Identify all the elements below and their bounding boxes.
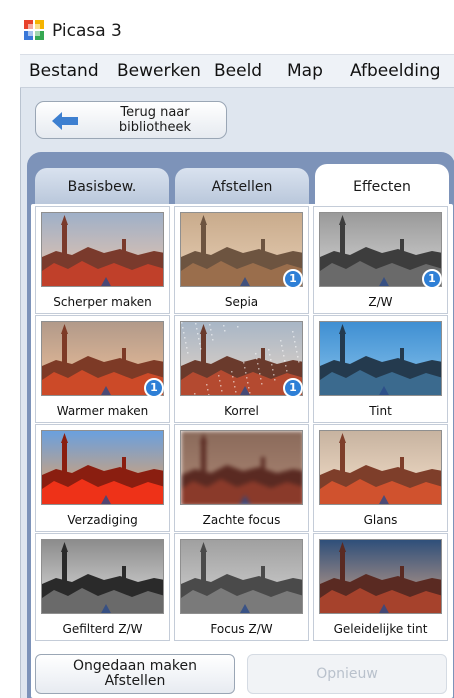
- effect-thumbnail: [319, 430, 442, 505]
- menu-bewerken[interactable]: Bewerken: [117, 61, 201, 81]
- back-button-label: Terug naar bibliotheek: [90, 105, 220, 135]
- applied-count-badge: 1: [422, 269, 442, 289]
- effect-label: Z/W: [368, 295, 393, 309]
- effect-tile[interactable]: Sepia 1: [174, 206, 309, 314]
- effect-tile[interactable]: Z/W 1: [313, 206, 448, 314]
- effect-label: Gefilterd Z/W: [62, 622, 143, 636]
- effect-thumbnail: [41, 430, 164, 505]
- undo-label-line2: Afstellen: [104, 673, 166, 689]
- effect-label: Zachte focus: [202, 513, 281, 527]
- back-to-library-button[interactable]: Terug naar bibliotheek: [35, 101, 227, 139]
- arrow-left-icon: [52, 112, 78, 130]
- menu-bestand[interactable]: Bestand: [29, 61, 99, 81]
- undo-button[interactable]: Ongedaan maken Afstellen: [35, 654, 235, 694]
- effect-thumbnail: [41, 212, 164, 287]
- menu-bar: Bestand Bewerken Beeld Map Afbeelding: [20, 54, 454, 88]
- effect-tile[interactable]: Focus Z/W: [174, 533, 309, 641]
- picasa-logo-icon: [24, 20, 44, 40]
- effect-tile[interactable]: Geleidelijke tint: [313, 533, 448, 641]
- effect-tile[interactable]: Korrel 1: [174, 315, 309, 423]
- effect-label: Geleidelijke tint: [333, 622, 428, 636]
- effect-thumbnail: [319, 539, 442, 614]
- effect-tile[interactable]: Verzadiging: [35, 424, 170, 532]
- applied-count-badge: 1: [283, 378, 303, 398]
- redo-button: Opnieuw: [247, 654, 447, 694]
- menu-afbeelding[interactable]: Afbeelding: [350, 61, 441, 81]
- effect-tile[interactable]: Warmer maken 1: [35, 315, 170, 423]
- effect-label: Glans: [363, 513, 398, 527]
- tab-basisbew[interactable]: Basisbew.: [35, 168, 169, 206]
- effect-label: Tint: [369, 404, 392, 418]
- effect-tile[interactable]: Scherper maken: [35, 206, 170, 314]
- menu-beeld[interactable]: Beeld: [214, 61, 262, 81]
- applied-count-badge: 1: [144, 378, 164, 398]
- effect-label: Scherper maken: [53, 295, 152, 309]
- window-title: Picasa 3: [52, 21, 122, 41]
- back-label-line1: Terug naar: [120, 105, 190, 120]
- effect-label: Korrel: [224, 404, 259, 418]
- effect-thumbnail: [180, 430, 303, 505]
- tab-effecten[interactable]: Effecten: [315, 164, 449, 208]
- title-bar: Picasa 3: [0, 0, 454, 54]
- effect-label: Sepia: [224, 295, 259, 309]
- effect-label: Verzadiging: [67, 513, 138, 527]
- applied-count-badge: 1: [283, 269, 303, 289]
- effect-tile[interactable]: Zachte focus: [174, 424, 309, 532]
- effect-tile[interactable]: Tint: [313, 315, 448, 423]
- tab-afstellen[interactable]: Afstellen: [175, 168, 309, 206]
- effect-thumbnail: [180, 539, 303, 614]
- back-label-line2: bibliotheek: [118, 120, 192, 135]
- effect-label: Focus Z/W: [210, 622, 273, 636]
- effect-tile[interactable]: Gefilterd Z/W: [35, 533, 170, 641]
- menu-map[interactable]: Map: [287, 61, 323, 81]
- effect-label: Warmer maken: [56, 404, 149, 418]
- undo-label-line1: Ongedaan maken: [72, 658, 198, 674]
- effect-thumbnail: [319, 321, 442, 396]
- edit-panel: Terug naar bibliotheek Basisbew. Afstell…: [20, 88, 454, 698]
- effect-thumbnail: [41, 539, 164, 614]
- effect-tile[interactable]: Glans: [313, 424, 448, 532]
